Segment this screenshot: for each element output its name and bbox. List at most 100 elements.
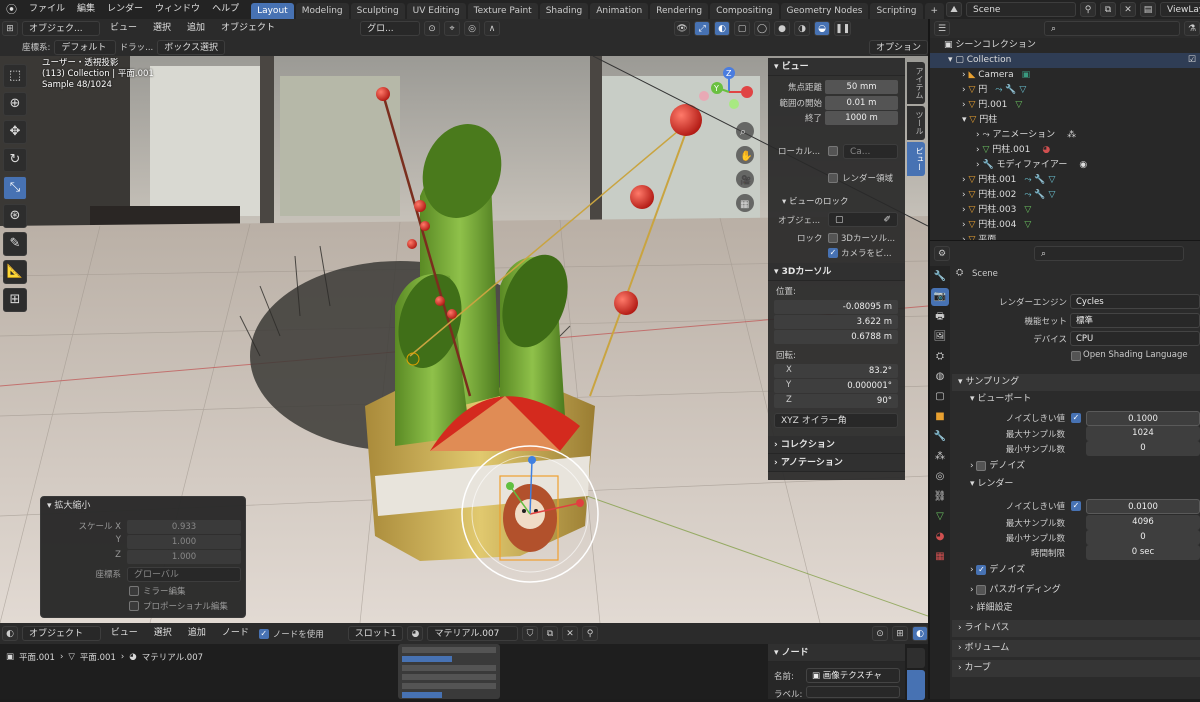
gizmo-toggle-icon[interactable]: ⤢ xyxy=(694,21,711,36)
transform-orientation[interactable]: グロ... xyxy=(360,21,421,36)
outliner-row-cylinder-004[interactable]: › ▽ 円柱.004 ▽ xyxy=(930,218,1200,233)
menu-render[interactable]: レンダー xyxy=(101,0,149,19)
menu-window[interactable]: ウィンドウ xyxy=(149,0,206,19)
principled-node-fragment[interactable] xyxy=(398,644,500,699)
tab-compositing[interactable]: Compositing xyxy=(710,3,779,19)
physics-tab-icon[interactable]: ◎ xyxy=(931,468,949,486)
duplicate-material-icon[interactable]: ⧉ xyxy=(542,626,559,641)
visibility-icon[interactable]: 👁 xyxy=(674,21,691,36)
vp-noise-field[interactable]: 0.1000 xyxy=(1086,411,1200,426)
scale-tool-icon[interactable]: ⤡ xyxy=(3,176,27,200)
tab-scripting[interactable]: Scripting xyxy=(870,3,923,19)
measure-tool-icon[interactable]: 📐 xyxy=(3,260,27,284)
outliner-row-circle-001[interactable]: › ▽ 円.001 ▽ xyxy=(930,98,1200,113)
orientation-dropdown[interactable]: グローバル xyxy=(127,567,241,582)
scale-y-field[interactable]: 1.000 xyxy=(127,535,241,549)
add-workspace-button[interactable]: + xyxy=(924,3,945,19)
menu-help[interactable]: ヘルプ xyxy=(206,0,245,19)
output-tab-icon[interactable]: 🖶 xyxy=(931,308,949,326)
drag-selector[interactable]: ボックス選択 xyxy=(157,39,225,55)
local-camera-checkbox[interactable] xyxy=(828,146,838,156)
pin-icon[interactable]: ⚲ xyxy=(1080,2,1096,17)
modifier-tab-icon[interactable]: 🔧 xyxy=(931,428,949,446)
menu-select[interactable]: 選択 xyxy=(147,19,177,38)
filter-icon[interactable]: ⚗ xyxy=(1184,21,1200,36)
eyedropper-icon[interactable]: ✐ xyxy=(883,213,891,228)
focal-length-field[interactable]: 50 mm xyxy=(825,80,898,94)
lock-camera-checkbox[interactable]: ✓ xyxy=(828,248,838,258)
mirror-checkbox[interactable] xyxy=(129,586,139,596)
delete-scene-icon[interactable]: ✕ xyxy=(1120,2,1136,17)
render-engine-dropdown[interactable]: Cycles xyxy=(1070,294,1200,309)
properties-type-icon[interactable]: ⚙ xyxy=(934,245,950,261)
scale-z-field[interactable]: 1.000 xyxy=(127,550,241,564)
outliner-row-mesh-data[interactable]: › ▽ 円柱.001 ◕ xyxy=(930,143,1200,158)
coord-selector[interactable]: デフォルト xyxy=(54,39,116,55)
r-noise-field[interactable]: 0.0100 xyxy=(1086,499,1200,514)
menu-object[interactable]: オブジェクト xyxy=(215,19,281,38)
collection-visible-checkbox[interactable]: ☑ xyxy=(1188,53,1196,68)
r-denoise-subpanel[interactable]: › ✓ デノイズ xyxy=(952,559,1200,581)
move-tool-icon[interactable]: ✥ xyxy=(3,120,27,144)
cursor-loc-z-field[interactable]: 0.6788 m xyxy=(774,330,898,344)
pause-render-icon[interactable]: ❚❚ xyxy=(834,21,852,36)
menu-edit[interactable]: 編集 xyxy=(71,0,101,19)
vp-noise-checkbox[interactable]: ✓ xyxy=(1071,413,1081,423)
clip-end-field[interactable]: 1000 m xyxy=(825,111,898,125)
data-tab-icon[interactable]: ▽ xyxy=(931,508,949,526)
path-guiding-checkbox[interactable] xyxy=(976,584,987,595)
overlay-toggle-icon[interactable]: ◐ xyxy=(714,21,731,36)
editor-type-icon[interactable]: ⊞ xyxy=(2,21,18,36)
texture-tab-icon[interactable]: ▦ xyxy=(931,548,949,566)
cursor-rot-y-field[interactable]: 0.000001° xyxy=(774,379,898,393)
mode-selector[interactable]: オブジェク... xyxy=(22,21,100,36)
render-tab-icon[interactable]: 📷 xyxy=(931,288,949,306)
particles-tab-icon[interactable]: ⁂ xyxy=(931,448,949,466)
node-name-field[interactable]: ▣ 画像テクスチャ xyxy=(806,668,900,683)
snap-grid-icon[interactable]: ⊞ xyxy=(892,626,909,641)
shading-solid-icon[interactable]: ● xyxy=(774,21,791,36)
feature-set-dropdown[interactable]: 標準 xyxy=(1070,313,1200,328)
add-cube-icon[interactable]: ⊞ xyxy=(3,288,27,312)
transform-tool-icon[interactable]: ⊛ xyxy=(3,204,27,228)
r-min-samples-field[interactable]: 0 xyxy=(1086,530,1200,545)
scene-tab-icon[interactable]: ⛭ xyxy=(931,348,949,366)
tab-animation[interactable]: Animation xyxy=(590,3,649,19)
rotate-tool-icon[interactable]: ↻ xyxy=(3,148,27,172)
menu-file[interactable]: ファイル xyxy=(23,0,71,19)
device-dropdown[interactable]: CPU xyxy=(1070,331,1200,346)
cursor-rot-x-field[interactable]: 83.2° xyxy=(774,364,898,378)
tab-uv-editing[interactable]: UV Editing xyxy=(406,3,466,19)
time-limit-field[interactable]: 0 sec xyxy=(1086,545,1200,560)
view-layer-tab-icon[interactable]: 🖼 xyxy=(931,328,949,346)
volumes-section[interactable]: › ボリューム xyxy=(952,640,1200,657)
material-browse-icon[interactable]: ◕ xyxy=(407,626,424,641)
pivot-icon[interactable]: ⊙ xyxy=(424,21,441,36)
collection-tab-icon[interactable]: ▢ xyxy=(931,388,949,406)
properties-search-input[interactable]: ⌕ xyxy=(1034,245,1184,261)
proportional-icon[interactable]: ◎ xyxy=(464,21,481,36)
scale-x-field[interactable]: 0.933 xyxy=(127,520,241,534)
node-label-field[interactable] xyxy=(806,686,900,698)
shading-material-icon[interactable]: ◑ xyxy=(794,21,811,36)
rotation-mode-dropdown[interactable]: XYZ オイラー角 xyxy=(774,413,898,428)
cursor-section-header[interactable]: ▾ 3Dカーソル xyxy=(768,263,905,281)
view-lock-header[interactable]: ▾ ビューのロック xyxy=(768,194,905,210)
tab-tool[interactable]: ツール xyxy=(907,106,925,140)
tab-view[interactable]: ビュー xyxy=(907,142,925,176)
lock-object-field[interactable]: ▢ ✐ xyxy=(828,212,898,227)
outliner-row-cylinder-001[interactable]: › ▽ 円柱.001 ⤳ 🔧 ▽ xyxy=(930,173,1200,188)
snap-node-icon[interactable]: ⊙ xyxy=(872,626,889,641)
shading-rendered-icon[interactable]: ◒ xyxy=(814,21,831,36)
menu-add[interactable]: 追加 xyxy=(181,19,211,38)
node-menu-add[interactable]: 追加 xyxy=(182,624,212,643)
vp-min-samples-field[interactable]: 0 xyxy=(1086,441,1200,456)
viewlayer-browse-icon[interactable]: ▤ xyxy=(1140,2,1156,17)
outliner-row-circle[interactable]: › ▽ 円 ⤳ 🔧 ▽ xyxy=(930,83,1200,98)
advanced-subpanel[interactable]: › 詳細設定 xyxy=(952,599,1200,617)
outliner-search-input[interactable]: ⌕ xyxy=(1044,21,1180,36)
options-dropdown[interactable]: オプション xyxy=(868,39,928,55)
tab-sculpting[interactable]: Sculpting xyxy=(350,3,405,19)
shader-editor-type-icon[interactable]: ◐ xyxy=(2,626,18,641)
operator-header[interactable]: ▾ 拡大縮小 xyxy=(41,497,245,515)
